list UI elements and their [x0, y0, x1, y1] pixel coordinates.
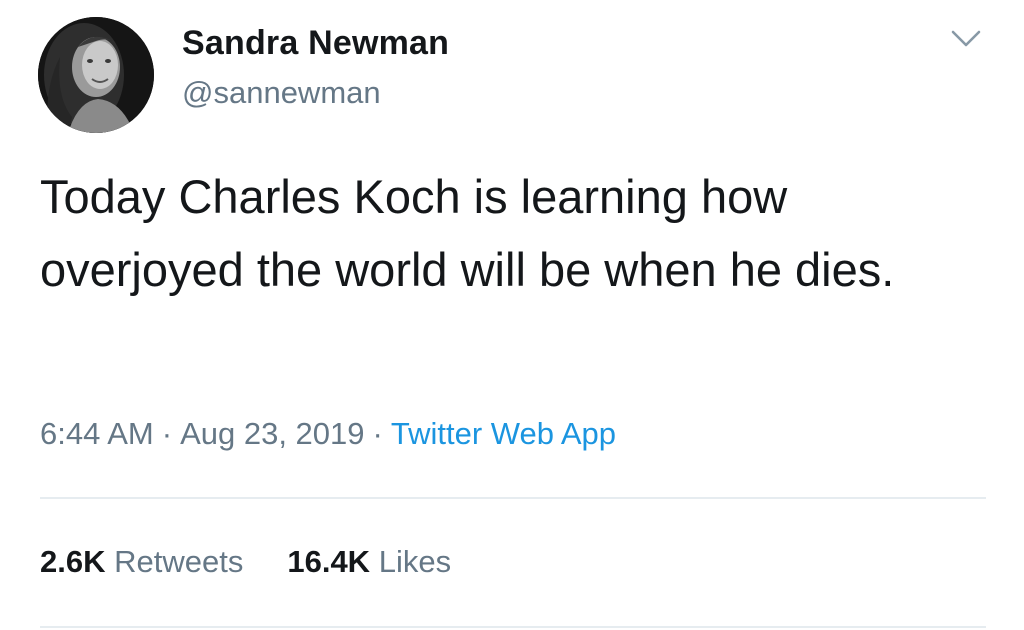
meta-separator: · [161, 416, 173, 451]
retweets-label: Retweets [114, 544, 244, 579]
chevron-down-icon[interactable] [948, 24, 984, 52]
retweets-count: 2.6K [40, 544, 106, 579]
avatar-photo [38, 17, 154, 133]
tweet-date[interactable]: Aug 23, 2019 [180, 416, 364, 451]
likes-count: 16.4K [287, 544, 371, 579]
tweet-text: Today Charles Koch is learning how overj… [40, 170, 895, 296]
tweet-stats: 2.6K Retweets 16.4K Likes [40, 544, 495, 580]
likes-label: Likes [378, 544, 452, 579]
display-name[interactable]: Sandra Newman [182, 24, 449, 63]
divider [40, 497, 986, 499]
tweet-source-link[interactable]: Twitter Web App [391, 416, 616, 451]
meta-separator: · [372, 416, 383, 451]
avatar[interactable] [38, 17, 154, 133]
tweet-meta: 6:44 AM · Aug 23, 2019 · Twitter Web App [40, 416, 616, 452]
divider [40, 626, 986, 628]
likes-stat[interactable]: 16.4K Likes [287, 544, 451, 579]
retweets-stat[interactable]: 2.6K Retweets [40, 544, 243, 579]
user-handle[interactable]: @sannewman [182, 75, 381, 111]
tweet-card: Sandra Newman @sannewman Today Charles K… [0, 0, 1024, 630]
tweet-time[interactable]: 6:44 AM [40, 416, 154, 451]
